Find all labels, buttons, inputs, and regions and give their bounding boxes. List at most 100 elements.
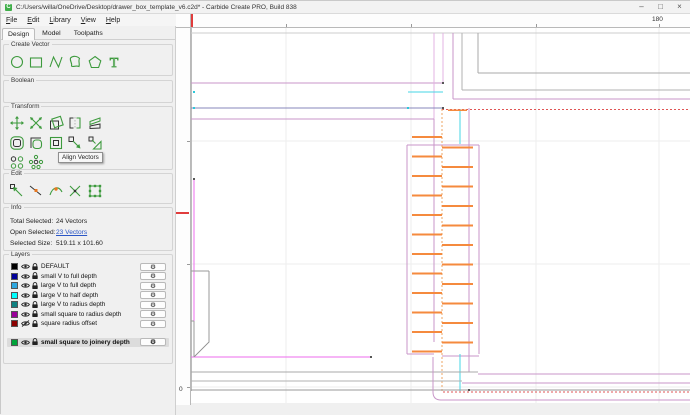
layer-name: small square to radius depth [41, 310, 122, 318]
layer-settings-button[interactable]: ⚙ [140, 310, 166, 319]
layer-color-swatch[interactable] [11, 282, 18, 290]
rotate-icon[interactable] [47, 114, 64, 131]
layer-color-swatch[interactable] [11, 272, 18, 280]
ruler-cursor-left [176, 212, 189, 214]
info-label: Open Selected: [10, 229, 56, 236]
eye-hidden-icon[interactable] [21, 320, 31, 328]
layer-row[interactable]: small square to joinery depth ⚙ [7, 337, 169, 347]
layer-settings-button[interactable]: ⚙ [140, 300, 166, 309]
menu-item-library[interactable]: Library [44, 17, 75, 24]
canvas-area[interactable]: 180 0 [176, 14, 690, 415]
layer-row[interactable]: large V to half depth ⚙ [7, 291, 169, 301]
circular-array-icon[interactable] [28, 153, 45, 170]
eye-icon[interactable] [21, 292, 31, 299]
layer-color-swatch[interactable] [11, 320, 18, 328]
lock-icon[interactable] [31, 281, 41, 290]
lock-icon[interactable] [31, 262, 41, 271]
layer-color-swatch[interactable] [11, 338, 18, 346]
lock-icon[interactable] [31, 291, 41, 299]
layer-settings-button[interactable]: ⚙ [140, 272, 166, 281]
move-icon[interactable] [8, 114, 25, 131]
offset-icon[interactable] [8, 134, 25, 151]
eye-icon[interactable] [21, 339, 31, 346]
layer-color-swatch[interactable] [11, 310, 18, 318]
tab-model[interactable]: Model [36, 27, 67, 39]
insert-node-icon[interactable] [28, 182, 45, 199]
minimize-button[interactable]: – [632, 1, 651, 13]
node-edit-icon[interactable] [8, 182, 25, 199]
align-vectors-icon[interactable] [47, 134, 64, 151]
polyline-tool-icon[interactable] [47, 53, 64, 70]
eye-icon[interactable] [21, 273, 31, 280]
ruler-left-label: 0 [179, 386, 183, 393]
layer-name: large V to radius depth [41, 301, 106, 309]
menu-item-file[interactable]: File [1, 17, 22, 24]
layer-settings-button[interactable]: ⚙ [140, 319, 166, 328]
layer-settings-button[interactable]: ⚙ [140, 291, 166, 300]
menu-item-edit[interactable]: Edit [22, 17, 44, 24]
trim-icon[interactable] [67, 134, 84, 151]
info-value-link[interactable]: 23 Vectors [56, 229, 87, 236]
lock-icon[interactable] [31, 272, 41, 280]
lock-icon[interactable] [31, 319, 41, 328]
ruler-corner [176, 14, 191, 28]
info-title: Info [9, 204, 24, 211]
text-tool-icon[interactable]: T [106, 53, 123, 70]
lock-icon[interactable] [31, 300, 41, 309]
transform-title: Transform [9, 103, 42, 110]
polygon-tool-icon[interactable] [86, 53, 103, 70]
split-vector-icon[interactable] [67, 182, 84, 199]
info-rows: Total Selected: 24 Vectors Open Selected: 2… [10, 216, 168, 249]
eye-icon[interactable] [21, 282, 31, 289]
ruler-tick [411, 24, 412, 27]
layer-row[interactable]: DEFAULT ⚙ [7, 262, 169, 272]
tab-bar: Design Model Toolpaths [1, 26, 176, 40]
layer-color-swatch[interactable] [11, 301, 18, 309]
rectangle-tool-icon[interactable] [28, 53, 45, 70]
scale-icon[interactable] [28, 114, 45, 131]
curve-node-icon[interactable] [47, 182, 64, 199]
layer-row[interactable]: small V to full depth ⚙ [7, 272, 169, 282]
close-button[interactable]: × [670, 1, 689, 13]
maximize-button[interactable]: □ [651, 1, 670, 13]
layer-row[interactable]: large V to full depth ⚙ [7, 281, 169, 291]
bounding-box-icon[interactable] [86, 182, 103, 199]
circle-tool-icon[interactable] [8, 53, 25, 70]
extend-icon[interactable] [86, 134, 103, 151]
layer-settings-button[interactable]: ⚙ [140, 281, 166, 290]
layers-group: Layers DEFAULT ⚙ small V to full depth ⚙ lar… [3, 251, 173, 364]
ruler-tick [187, 387, 190, 388]
ruler-tick [187, 141, 190, 142]
tooltip-align-vectors: Align Vectors [58, 152, 103, 163]
layer-row[interactable]: square radius offset ⚙ [7, 319, 169, 329]
layer-name: DEFAULT [41, 263, 70, 271]
layer-name: square radius offset [41, 320, 98, 328]
svg-text:T: T [110, 56, 119, 70]
layer-row[interactable]: small square to radius depth ⚙ [7, 310, 169, 320]
tab-toolpaths[interactable]: Toolpaths [68, 27, 109, 39]
tab-design[interactable]: Design [2, 28, 36, 40]
canvas-drawing[interactable] [188, 28, 690, 403]
ruler-cursor-top [191, 14, 193, 27]
info-row: Selected Size: 519.11 x 101.60 [10, 238, 168, 249]
menu-item-help[interactable]: Help [101, 17, 125, 24]
layer-row[interactable]: large V to radius depth ⚙ [7, 300, 169, 310]
eye-icon[interactable] [21, 301, 31, 308]
linear-array-icon[interactable] [8, 153, 25, 170]
lock-icon[interactable] [31, 310, 41, 318]
layer-settings-button[interactable]: ⚙ [140, 338, 166, 347]
layer-color-swatch[interactable] [11, 263, 18, 271]
layer-name: large V to full depth [41, 282, 97, 290]
skew-icon[interactable] [86, 114, 103, 131]
curve-tool-icon[interactable] [67, 53, 84, 70]
eye-icon[interactable] [21, 311, 31, 318]
layer-settings-button[interactable]: ⚙ [140, 262, 166, 271]
mirror-icon[interactable] [67, 114, 84, 131]
layer-color-swatch[interactable] [11, 291, 18, 299]
menu-item-view[interactable]: View [76, 17, 101, 24]
info-label: Total Selected: [10, 218, 54, 225]
eye-icon[interactable] [21, 263, 31, 270]
round-corners-icon[interactable] [28, 134, 45, 151]
menu-bar: File Edit Library View Help [1, 14, 176, 26]
lock-icon[interactable] [31, 338, 41, 346]
